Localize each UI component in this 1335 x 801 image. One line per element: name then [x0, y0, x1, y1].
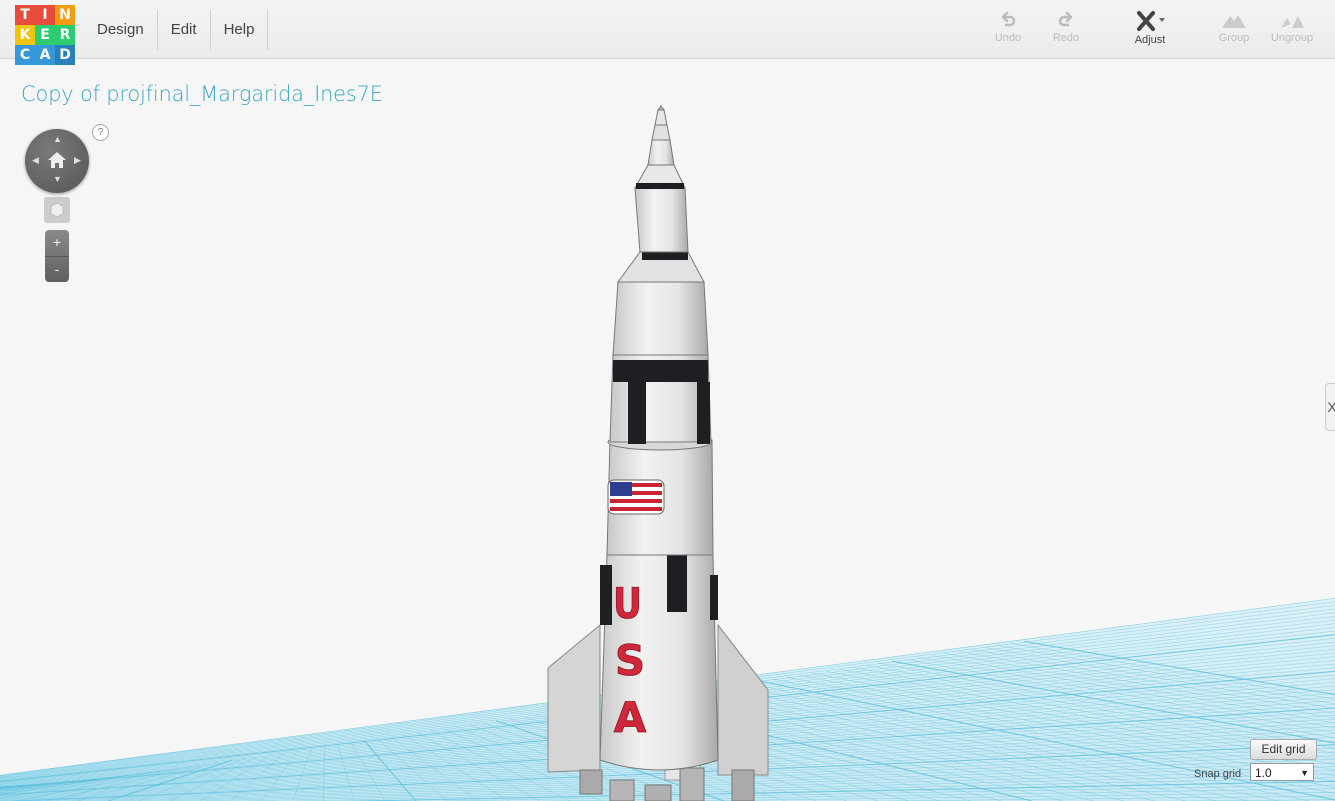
main-menu: Design Edit Help — [84, 10, 269, 50]
orbit-left-icon[interactable]: ◀ — [32, 155, 39, 166]
top-toolbar: Design Edit Help Undo Redo Adjust Group … — [0, 0, 1335, 59]
undo-button[interactable]: Undo — [980, 10, 1036, 44]
ungroup-label: Ungroup — [1270, 32, 1314, 44]
ungroup-button[interactable]: Ungroup — [1264, 10, 1320, 44]
zoom-control: + - — [45, 230, 69, 282]
group-icon — [1222, 15, 1246, 28]
zoom-out-button[interactable]: - — [45, 256, 69, 283]
workplane-canvas[interactable]: U S A — [0, 59, 1335, 801]
group-label: Group — [1218, 32, 1250, 44]
logo-letter: A — [35, 45, 55, 65]
menu-edit[interactable]: Edit — [158, 10, 211, 50]
chevron-down-icon: ▼ — [1300, 768, 1309, 778]
logo-letter: T — [15, 5, 35, 25]
adjust-button[interactable]: Adjust — [1122, 10, 1178, 46]
design-title[interactable]: Copy of projfinal_Margarida_Ines7E — [21, 82, 383, 106]
view-orbit-control[interactable]: ▲ ▼ ◀ ▶ — [25, 129, 89, 193]
undo-icon — [1001, 11, 1016, 27]
usa-letter-s: S — [615, 636, 645, 685]
cube-icon — [50, 202, 64, 218]
snap-grid-select[interactable]: 1.0 ▼ — [1250, 763, 1314, 781]
edit-grid-button[interactable]: Edit grid — [1250, 739, 1317, 760]
logo-letter: E — [35, 25, 55, 45]
redo-label: Redo — [1052, 32, 1080, 44]
rocket-model[interactable]: U S A — [547, 105, 769, 801]
help-icon[interactable]: ? — [92, 124, 109, 141]
usa-lettering: U S A — [613, 580, 648, 742]
orbit-down-icon[interactable]: ▼ — [53, 174, 62, 184]
usa-letter-u: U — [613, 580, 642, 628]
redo-button[interactable]: Redo — [1038, 10, 1094, 44]
group-button[interactable]: Group — [1206, 10, 1262, 44]
orbit-right-icon[interactable]: ▶ — [74, 155, 81, 166]
logo-letter: K — [15, 25, 35, 45]
redo-icon — [1058, 11, 1073, 27]
ungroup-icon — [1281, 16, 1304, 28]
menu-design[interactable]: Design — [84, 10, 158, 50]
us-flag — [607, 479, 665, 515]
snap-grid-value: 1.0 — [1255, 766, 1272, 780]
adjust-label: Adjust — [1134, 34, 1166, 46]
logo-letter: C — [15, 45, 35, 65]
home-view-icon[interactable] — [47, 151, 67, 169]
side-panel-toggle[interactable]: X — [1325, 383, 1335, 431]
ortho-view-button[interactable] — [44, 197, 70, 223]
usa-letter-a: A — [614, 693, 647, 742]
menu-help[interactable]: Help — [211, 10, 269, 50]
adjust-icon — [1137, 11, 1165, 31]
snap-grid-label: Snap grid — [1194, 768, 1242, 780]
logo-letter: N — [55, 5, 75, 25]
orbit-up-icon[interactable]: ▲ — [53, 134, 62, 144]
undo-label: Undo — [994, 32, 1022, 44]
tinkercad-logo[interactable]: TINKERCAD — [15, 5, 75, 65]
3d-viewport[interactable]: U S A — [0, 59, 1335, 801]
logo-letter: I — [35, 5, 55, 25]
zoom-in-button[interactable]: + — [45, 230, 69, 256]
logo-letter: D — [55, 45, 75, 65]
logo-letter: R — [55, 25, 75, 45]
